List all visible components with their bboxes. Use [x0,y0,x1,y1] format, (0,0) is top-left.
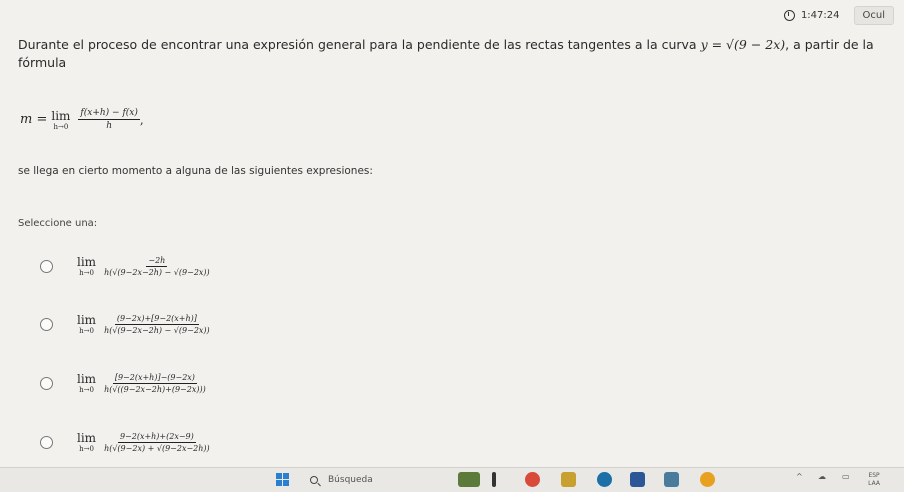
chevron-up-icon[interactable]: ^ [796,472,803,481]
chrome-icon[interactable] [700,472,715,487]
option-lim: lim [77,255,97,269]
option-numerator: −2h [146,255,168,267]
statement-intro: Durante el proceso de encontrar una expr… [18,37,697,52]
prompt-text: se llega en cierto momento a alguna de l… [18,165,373,177]
formula-denominator: h [106,121,113,131]
option-lim-sub: h→0 [79,386,94,394]
language-sub: LAA [868,480,880,487]
radio-button[interactable] [40,435,53,449]
formula-tail: , [139,112,144,127]
edge-icon[interactable] [597,472,612,487]
statement-line2: fórmula [18,55,67,70]
option-2[interactable]: lim h→0 (9−2x)+[9−2(x+h)] h(√(9−2x−2h) − √… [40,313,210,335]
radio-button[interactable] [40,376,53,390]
app-icon-2[interactable] [664,472,679,487]
radio-button[interactable] [40,317,53,331]
option-lim-sub: h→0 [79,445,94,453]
curve-expression: y = √(9 − 2x) [700,37,786,52]
option-lim: lim [77,431,97,445]
option-lim-sub: h→0 [79,327,94,335]
option-lim: lim [77,372,97,386]
option-denominator: h(√((9−2x−2h)+(9−2x))) [104,384,206,394]
option-numerator: 9−2(x+h)+(2x−9) [117,431,196,443]
formula-lim-sub: h→0 [53,122,69,131]
search-icon [310,475,318,484]
formula-numerator: f(x+h) − f(x) [78,108,140,120]
hide-timer-button[interactable]: Ocul [853,5,894,25]
statement-after: , a partir de la [785,37,874,52]
slope-formula: m = lim h→0 f(x+h) − f(x) h , [20,108,144,131]
top-bar: 1:47:24 Ocul [783,4,904,26]
windows-start-icon[interactable] [276,473,291,487]
option-4[interactable]: lim h→0 9−2(x+h)+(2x−9) h(√(9−2x) + √(9−2x… [40,431,210,453]
timer: 1:47:24 [783,9,840,21]
language-indicator[interactable]: ESP LAA [868,472,880,488]
timer-value: 1:47:24 [800,9,840,21]
option-3[interactable]: lim h→0 [9−2(x+h)]−(9−2x) h(√((9−2x−2h)+(9… [40,372,206,394]
clock-icon [783,9,795,21]
option-numerator: (9−2x)+[9−2(x+h)] [114,313,199,325]
formula-lhs: m = [20,112,48,127]
folder-icon[interactable] [561,472,576,487]
cloud-icon[interactable]: ☁ [818,472,826,481]
option-denominator: h(√(9−2x) + √(9−2x−2h)) [104,443,210,453]
app-icon[interactable] [525,472,540,487]
task-view-icon[interactable] [492,472,496,487]
option-1[interactable]: lim h→0 −2h h(√(9−2x−2h) − √(9−2x)) [40,255,210,277]
option-lim: lim [77,313,97,327]
formula-lim: lim [51,108,71,123]
option-denominator: h(√(9−2x−2h) − √(9−2x)) [104,325,210,335]
select-label: Seleccione una: [18,218,98,229]
option-numerator: [9−2(x+h)]−(9−2x) [112,372,197,384]
taskbar-search[interactable]: Búsqueda [310,471,450,488]
search-placeholder: Búsqueda [328,474,373,485]
taskbar: Búsqueda ^ ☁ ▭ ESP LAA [0,467,904,492]
question-statement: Durante el proceso de encontrar una expr… [18,36,898,72]
store-icon[interactable] [630,472,645,487]
option-denominator: h(√(9−2x−2h) − √(9−2x)) [104,267,210,277]
option-lim-sub: h→0 [79,269,94,277]
language-code: ESP [868,472,880,479]
display-icon[interactable]: ▭ [842,472,850,481]
radio-button[interactable] [40,259,53,273]
weather-icon[interactable] [458,472,480,487]
